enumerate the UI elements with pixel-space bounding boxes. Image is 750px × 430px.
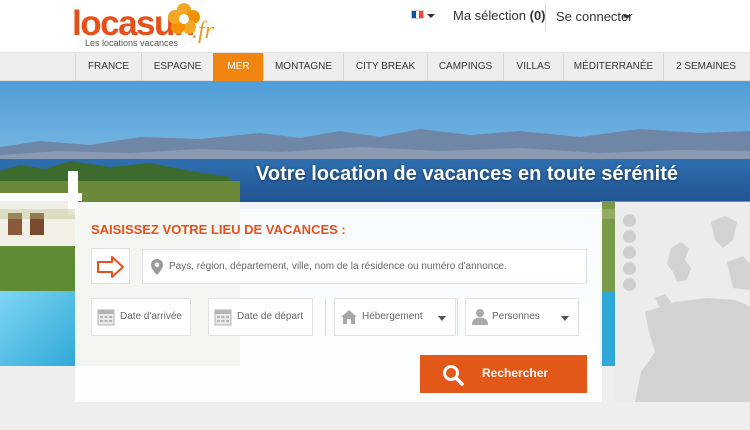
map-zoom-dot[interactable] [623, 214, 636, 227]
nav-item-mediterranee[interactable]: MÉDITERRANÉE [563, 53, 663, 81]
calendar-icon [97, 309, 115, 326]
nav-item-2-semaines[interactable]: 2 SEMAINES [663, 53, 748, 81]
persons-select[interactable]: Personnes [465, 298, 579, 336]
map-zoom-dot[interactable] [623, 246, 636, 259]
hero-title: Votre location de vacances en toute séré… [256, 163, 678, 185]
departure-date-field[interactable]: Date de départ [208, 298, 313, 336]
nav-item-city-break[interactable]: CITY BREAK [343, 53, 427, 81]
persons-label: Personnes [492, 311, 540, 322]
calendar-icon [214, 309, 232, 326]
swap-arrow-button[interactable] [91, 248, 130, 284]
location-pin-icon [151, 259, 163, 275]
logo-extension: .fr [192, 18, 215, 44]
house-icon [341, 310, 357, 324]
search-icon [443, 365, 464, 386]
map-zoom-dot[interactable] [623, 278, 636, 291]
site-header: locasun .fr Les locations vacances Ma sé… [0, 0, 750, 52]
departure-date-label: Date de départ [237, 311, 304, 322]
arrow-right-icon [97, 256, 124, 278]
search-button[interactable]: Rechercher [420, 355, 587, 393]
logo-tagline: Les locations vacances [85, 38, 179, 48]
locasun-logo[interactable]: locasun .fr Les locations vacances [72, 3, 232, 50]
nav-item-campings[interactable]: CAMPINGS [427, 53, 503, 81]
fr-flag-icon[interactable] [411, 10, 424, 19]
destination-input[interactable]: Pays, région, département, ville, nom de… [142, 249, 587, 284]
map-zoom-dot[interactable] [623, 230, 636, 243]
person-icon [472, 309, 488, 325]
field-divider [457, 298, 458, 336]
header-divider [545, 2, 546, 32]
my-selection-link[interactable]: Ma sélection (0) [453, 8, 546, 23]
arrival-date-field[interactable]: Date d'arrivée [91, 298, 191, 336]
category-nav: FRANCE ESPAGNE MER MONTAGNE CITY BREAK C… [0, 52, 750, 81]
nav-item-montagne[interactable]: MONTAGNE [263, 53, 343, 81]
chevron-down-icon [561, 316, 569, 321]
my-selection-count: (0) [529, 8, 546, 23]
login-link[interactable]: Se connecter [556, 9, 633, 24]
chevron-down-icon [438, 316, 446, 321]
lodging-label: Hébergement [362, 311, 423, 322]
field-divider [325, 298, 326, 336]
lodging-select[interactable]: Hébergement [334, 298, 456, 336]
login-caret-icon[interactable] [623, 15, 631, 19]
search-panel: SAISISSEZ VOTRE LIEU DE VACANCES : Pays,… [75, 202, 602, 402]
map-zoom-dot[interactable] [623, 262, 636, 275]
arrival-date-label: Date d'arrivée [120, 311, 182, 322]
nav-item-villas[interactable]: VILLAS [503, 53, 563, 81]
europe-map[interactable] [615, 202, 750, 402]
search-panel-title: SAISISSEZ VOTRE LIEU DE VACANCES : [91, 222, 346, 237]
my-selection-label: Ma sélection [453, 8, 526, 23]
search-button-label: Rechercher [482, 366, 549, 380]
destination-placeholder: Pays, région, département, ville, nom de… [169, 261, 507, 272]
page: locasun .fr Les locations vacances Ma sé… [0, 0, 750, 430]
nav-item-espagne[interactable]: ESPAGNE [141, 53, 213, 81]
nav-item-mer[interactable]: MER [213, 53, 263, 81]
map-panel [615, 202, 750, 402]
language-caret-icon[interactable] [427, 14, 435, 18]
nav-item-france[interactable]: FRANCE [75, 53, 141, 81]
